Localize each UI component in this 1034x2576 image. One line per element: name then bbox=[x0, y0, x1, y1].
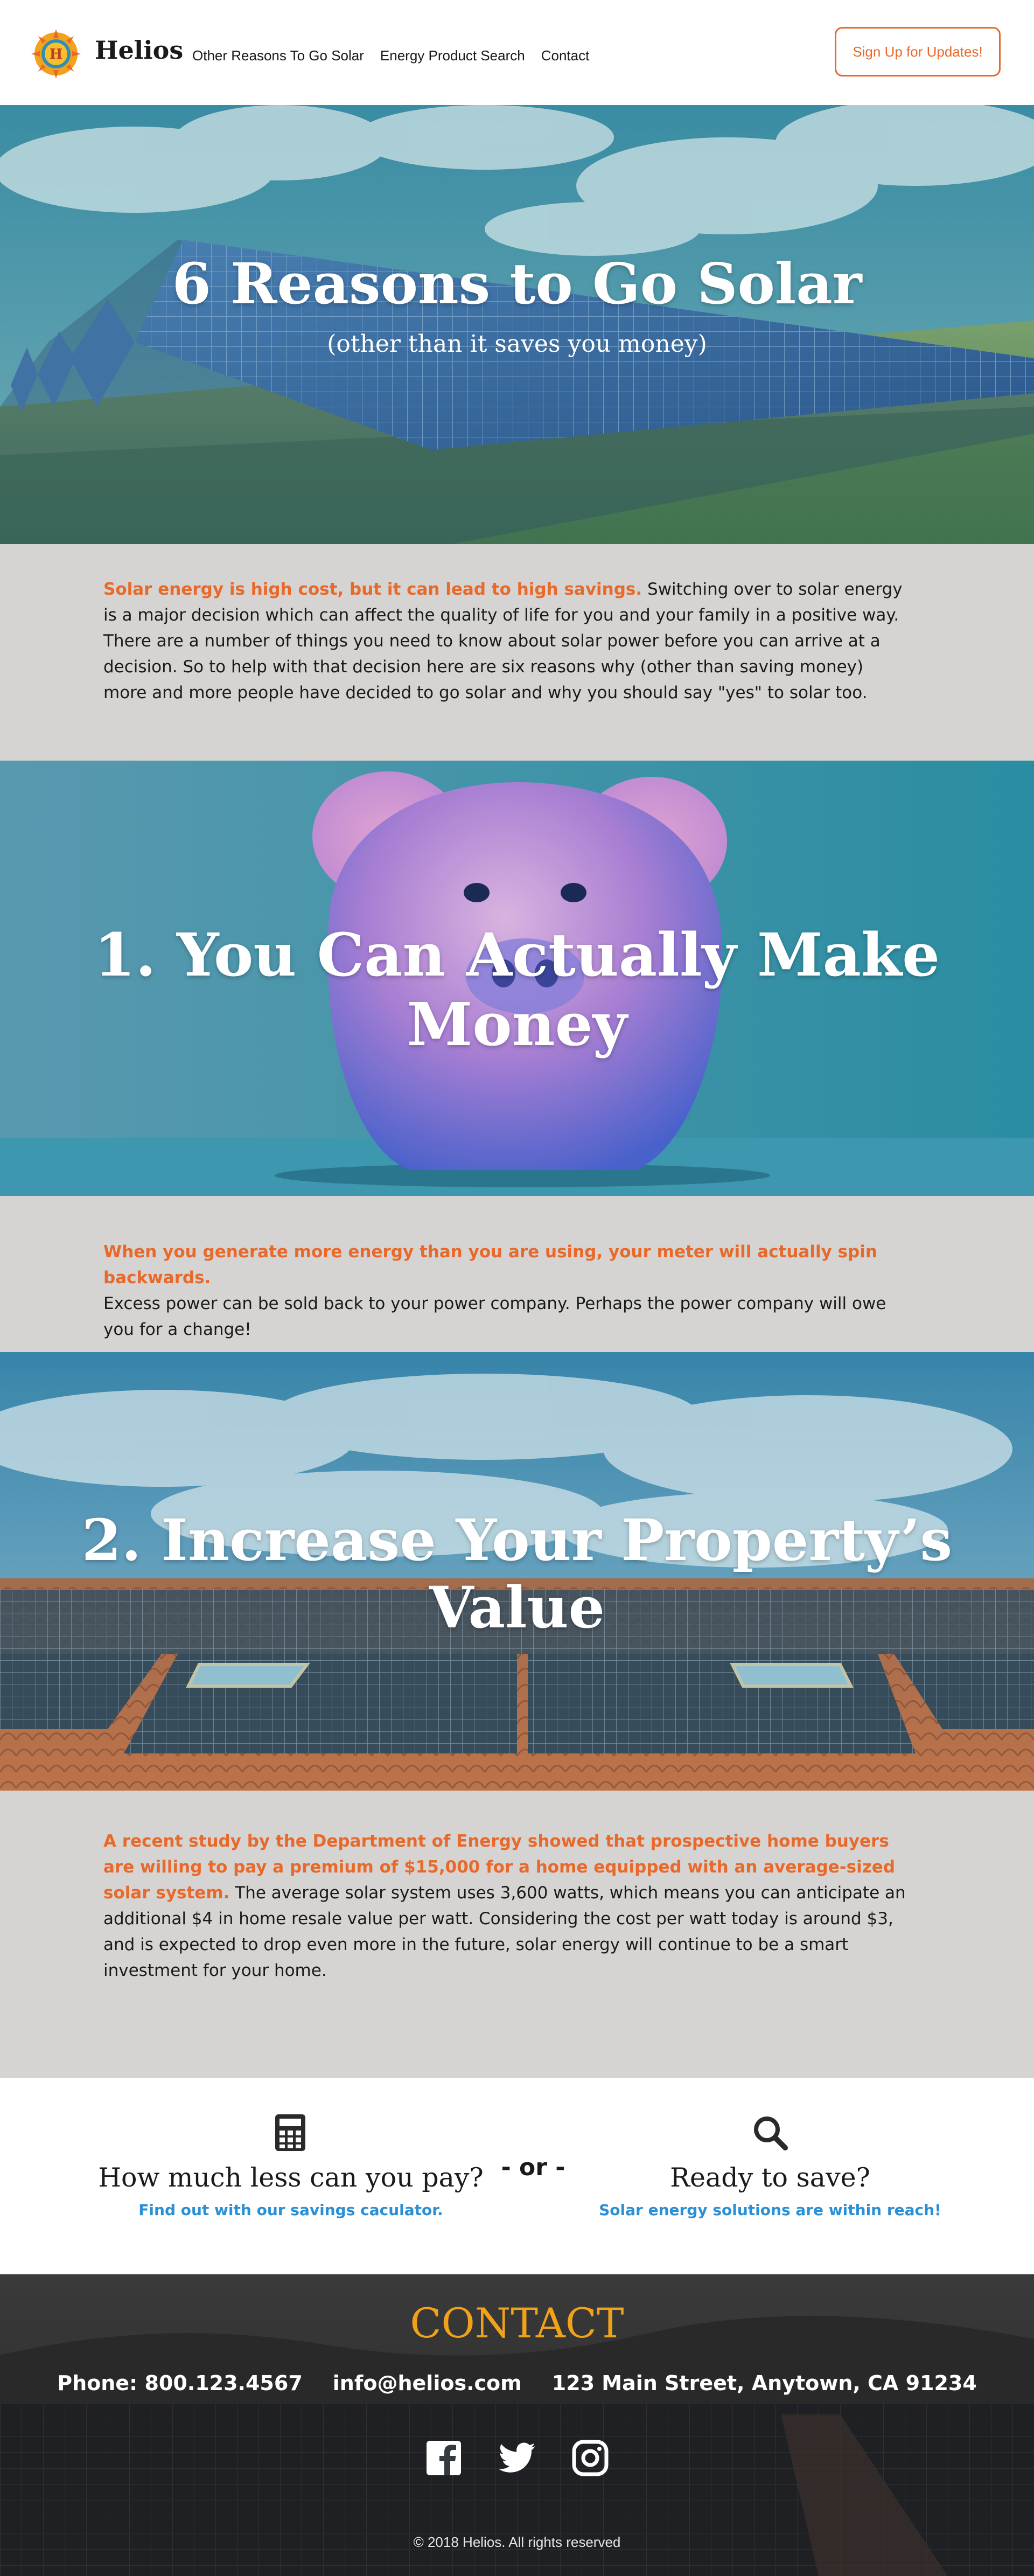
address: 123 Main Street, Anytown, CA 91234 bbox=[551, 2371, 977, 2395]
contact-footer: CONTACT Phone: 800.123.4567 info@helios.… bbox=[0, 2274, 1034, 2576]
reason1-panel: When you generate more energy than you a… bbox=[0, 1196, 1034, 1352]
contact-title: CONTACT bbox=[410, 2299, 624, 2347]
brand-name[interactable]: Helios bbox=[95, 36, 183, 65]
twitter-link[interactable] bbox=[498, 2439, 536, 2477]
intro-highlight: Solar energy is high cost, but it can le… bbox=[103, 580, 642, 599]
solar-field-image bbox=[0, 105, 1034, 544]
intro-panel: Solar energy is high cost, but it can le… bbox=[0, 544, 1034, 761]
facebook-icon bbox=[427, 2441, 461, 2475]
sun-logo-icon[interactable]: H bbox=[30, 28, 82, 80]
phone-number[interactable]: Phone: 800.123.4567 bbox=[57, 2371, 303, 2395]
hero-title: 6 Reasons to Go Solar bbox=[172, 250, 862, 317]
hero-banner: 6 Reasons to Go Solar (other than it sav… bbox=[0, 105, 1034, 544]
hero-subtitle: (other than it saves you money) bbox=[327, 330, 707, 358]
savings-calculator-link[interactable]: Find out with our savings caculator. bbox=[75, 2201, 506, 2219]
cta-section: How much less can you pay? Find out with… bbox=[0, 2078, 1034, 2274]
logo-letter: H bbox=[50, 46, 63, 62]
reason1-body: Excess power can be sold back to your po… bbox=[103, 1294, 886, 1339]
calculator-heading: How much less can you pay? bbox=[98, 2162, 484, 2193]
nav-item-energy-product-search[interactable]: Energy Product Search bbox=[380, 47, 525, 64]
reason1-paragraph: When you generate more energy than you a… bbox=[103, 1239, 911, 1342]
main-nav: Other Reasons To Go Solar Energy Product… bbox=[192, 47, 589, 64]
social-links bbox=[0, 2439, 1034, 2477]
instagram-icon bbox=[572, 2440, 609, 2476]
site-header: H Helios Other Reasons To Go Solar Energ… bbox=[0, 0, 1034, 105]
signup-button[interactable]: Sign Up for Updates! bbox=[835, 27, 1001, 76]
reason2-title: 2. Increase Your Property’s Value bbox=[81, 1506, 953, 1641]
copyright: © 2018 Helios. All rights reserved bbox=[413, 2534, 621, 2550]
facebook-link[interactable] bbox=[424, 2439, 463, 2477]
contact-info: Phone: 800.123.4567 info@helios.com 123 … bbox=[0, 2371, 1034, 2395]
instagram-link[interactable] bbox=[571, 2439, 610, 2477]
reason1-highlight: When you generate more energy than you a… bbox=[103, 1242, 877, 1287]
email-link[interactable]: info@helios.com bbox=[333, 2371, 522, 2395]
nav-item-contact[interactable]: Contact bbox=[541, 47, 590, 64]
calculator-icon[interactable] bbox=[271, 2113, 310, 2152]
reason2-banner: 2. Increase Your Property’s Value bbox=[0, 1352, 1034, 1791]
nav-item-other-reasons[interactable]: Other Reasons To Go Solar bbox=[192, 47, 364, 64]
ready-to-save-heading: Ready to save? bbox=[670, 2162, 870, 2193]
intro-paragraph: Solar energy is high cost, but it can le… bbox=[103, 576, 911, 706]
solar-solutions-link[interactable]: Solar energy solutions are within reach! bbox=[555, 2201, 986, 2219]
reason2-panel: A recent study by the Department of Ener… bbox=[0, 1791, 1034, 2078]
twitter-icon bbox=[499, 2442, 535, 2473]
search-icon[interactable] bbox=[751, 2113, 790, 2152]
reason1-banner: 1. You Can Actually Make Money bbox=[0, 761, 1034, 1196]
reason1-title: 1. You Can Actually Make Money bbox=[94, 920, 940, 1059]
reason2-paragraph: A recent study by the Department of Ener… bbox=[103, 1828, 911, 1983]
